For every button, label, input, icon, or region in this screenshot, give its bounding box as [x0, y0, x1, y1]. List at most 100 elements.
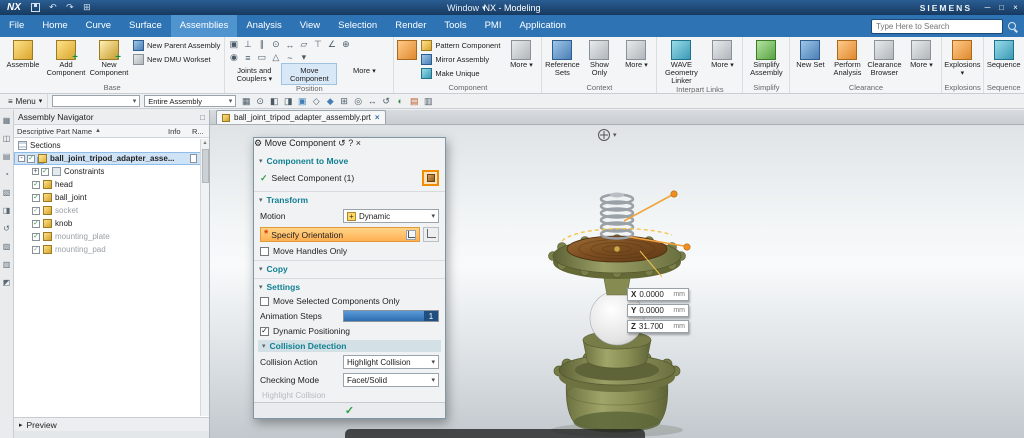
cable-icon[interactable]: ~ — [283, 51, 296, 64]
assemble-button[interactable]: Assemble — [2, 38, 44, 69]
align-icon[interactable]: ≡ — [241, 51, 254, 64]
tree-row-head[interactable]: ✓ head — [14, 178, 209, 191]
checkbox-icon[interactable]: ✓ — [32, 194, 40, 202]
edit-section-icon[interactable]: ▤ — [408, 95, 420, 107]
show-only-button[interactable]: Show Only — [581, 38, 617, 77]
checkbox-icon[interactable]: ✓ — [32, 233, 40, 241]
close-tab-icon[interactable]: × — [375, 113, 380, 122]
scrollbar-thumb[interactable] — [202, 149, 209, 183]
select-face-icon[interactable]: ◧ — [268, 95, 280, 107]
column-info[interactable]: Info — [168, 127, 192, 136]
checkbox-icon[interactable]: ✓ — [32, 220, 40, 228]
fix-constraint-icon[interactable]: ⊥ — [241, 38, 254, 51]
interpart-more-button[interactable]: More ▾ — [704, 38, 740, 70]
tab-curve[interactable]: Curve — [77, 15, 120, 37]
move-selected-components-only-checkbox[interactable] — [260, 297, 269, 306]
move-handles-only-checkbox[interactable] — [260, 247, 269, 256]
window-menu[interactable]: Window ▾ — [447, 3, 486, 13]
orientation-dialog-button[interactable] — [423, 227, 439, 242]
new-dmu-workset-button[interactable]: New DMU Workset — [131, 52, 222, 66]
dynamic-positioning-checkbox[interactable]: ✓ — [260, 327, 269, 336]
collision-action-dropdown[interactable]: Highlight Collision ▾ — [343, 355, 439, 369]
view-orientation-widget[interactable]: ▾ — [598, 129, 617, 141]
scroll-up-icon[interactable]: ▴ — [203, 139, 206, 146]
reuse-library-icon[interactable]: ▧ — [3, 188, 11, 197]
parallel-icon[interactable]: ▱ — [297, 38, 310, 51]
tree-row-knob[interactable]: ✓ knob — [14, 217, 209, 230]
position-more-button[interactable]: More ▾ — [337, 64, 391, 84]
coordinate-x[interactable]: X 0.0000 mm — [627, 288, 689, 301]
assembly-constraints-icon[interactable]: ▣ — [227, 38, 240, 51]
coordinate-value[interactable]: 31.700 — [639, 322, 670, 331]
motion-dropdown[interactable]: Dynamic ▾ — [343, 209, 439, 223]
symmetry-icon[interactable]: △ — [269, 51, 282, 64]
expand-icon[interactable] — [18, 155, 25, 162]
minimize-button[interactable]: ─ — [981, 3, 994, 12]
sequence-button[interactable]: Sequence — [986, 38, 1022, 69]
clearance-browser-button[interactable]: Clearance Browser — [866, 38, 902, 77]
navigator-scrollbar[interactable]: ▴ — [200, 139, 209, 416]
bond-icon[interactable]: ◉ — [227, 51, 240, 64]
tab-home[interactable]: Home — [33, 15, 76, 37]
coordinate-value[interactable]: 0.0000 — [639, 306, 670, 315]
touch-align-icon[interactable]: ∥ — [255, 38, 268, 51]
process-studio-icon[interactable]: ▨ — [3, 242, 11, 251]
menu-button[interactable]: ≡ Menu ▾ — [3, 94, 48, 108]
tab-analysis[interactable]: Analysis — [237, 15, 290, 37]
perform-analysis-button[interactable]: Perform Analysis — [829, 38, 865, 77]
selection-filter-dropdown[interactable]: ▾ — [52, 95, 140, 107]
tree-row-ball-joint[interactable]: ✓ ball_joint — [14, 191, 209, 204]
tab-pmi[interactable]: PMI — [476, 15, 511, 37]
checkbox-icon[interactable]: ✓ — [27, 155, 35, 163]
wireframe-icon[interactable]: ◇ — [310, 95, 322, 107]
navigator-column-header[interactable]: Descriptive Part Name ▲ Info R... — [14, 125, 209, 138]
fit-constraint-icon[interactable]: ▭ — [255, 51, 268, 64]
close-icon[interactable]: × — [356, 138, 361, 148]
wave-geometry-linker-button[interactable]: WAVE Geometry Linker — [659, 38, 703, 85]
add-component-button[interactable]: Add Component — [45, 38, 87, 77]
context-more-button[interactable]: More ▾ — [618, 38, 654, 70]
coordinate-value[interactable]: 0.0000 — [639, 290, 670, 299]
manufacturing-icon[interactable]: ▥ — [3, 260, 11, 269]
tree-row-sections[interactable]: ✓ Sections — [14, 139, 209, 152]
checkbox-icon[interactable]: ✓ — [32, 181, 40, 189]
undo-icon[interactable]: ↶ — [47, 1, 59, 14]
search-icon[interactable] — [1008, 22, 1016, 30]
section-copy[interactable]: ▾ Copy — [254, 260, 445, 276]
select-body-icon[interactable]: ▣ — [296, 95, 308, 107]
checkbox-icon[interactable]: ✓ — [32, 207, 40, 215]
selection-scope-dropdown[interactable]: Entire Assembly ▾ — [144, 95, 236, 107]
concentric-icon[interactable]: ⊙ — [269, 38, 282, 51]
part-navigator-icon[interactable]: ▤ — [3, 152, 11, 161]
tab-file[interactable]: File — [0, 15, 33, 37]
section-settings[interactable]: ▾ Settings — [254, 278, 445, 294]
window-switch-icon[interactable]: ⊞ — [81, 1, 93, 14]
select-component-button[interactable] — [422, 170, 439, 186]
expand-icon[interactable] — [32, 168, 39, 175]
save-icon[interactable] — [31, 3, 40, 12]
maximize-button[interactable]: □ — [995, 3, 1008, 12]
orientation-circle-icon[interactable] — [598, 129, 610, 141]
coordinate-z[interactable]: Z 31.700 mm — [627, 320, 689, 333]
shaded-icon[interactable]: ◆ — [324, 95, 336, 107]
new-component-button[interactable]: New Component — [88, 38, 130, 77]
tab-surface[interactable]: Surface — [120, 15, 171, 37]
clearance-more-button[interactable]: More ▾ — [903, 38, 939, 70]
tree-row-socket[interactable]: ✓ socket — [14, 204, 209, 217]
help-icon[interactable]: ? — [348, 138, 353, 148]
move-component-button[interactable]: Move Component — [282, 64, 336, 84]
component-more-button[interactable]: More ▾ — [503, 38, 539, 70]
section-transform[interactable]: ▾ Transform — [254, 191, 445, 207]
distance-icon[interactable]: ↔ — [283, 38, 296, 51]
window-icon[interactable]: ▥ — [422, 95, 434, 107]
assembly-navigator-icon[interactable]: ▦ — [3, 116, 11, 125]
pattern-component-gallery-button[interactable] — [396, 38, 418, 61]
reset-icon[interactable]: ↺ — [338, 138, 346, 148]
new-parent-assembly-button[interactable]: New Parent Assembly — [131, 38, 222, 52]
dialog-titlebar[interactable]: ⚙ Move Component ↺ ? × — [254, 138, 445, 153]
center-icon[interactable]: ⊕ — [339, 38, 352, 51]
snap-point-icon[interactable]: ⊙ — [254, 95, 266, 107]
column-read-only[interactable]: R... — [192, 127, 206, 136]
view-manager-icon[interactable]: ◨ — [3, 206, 11, 215]
zoom-icon[interactable]: ◎ — [352, 95, 364, 107]
